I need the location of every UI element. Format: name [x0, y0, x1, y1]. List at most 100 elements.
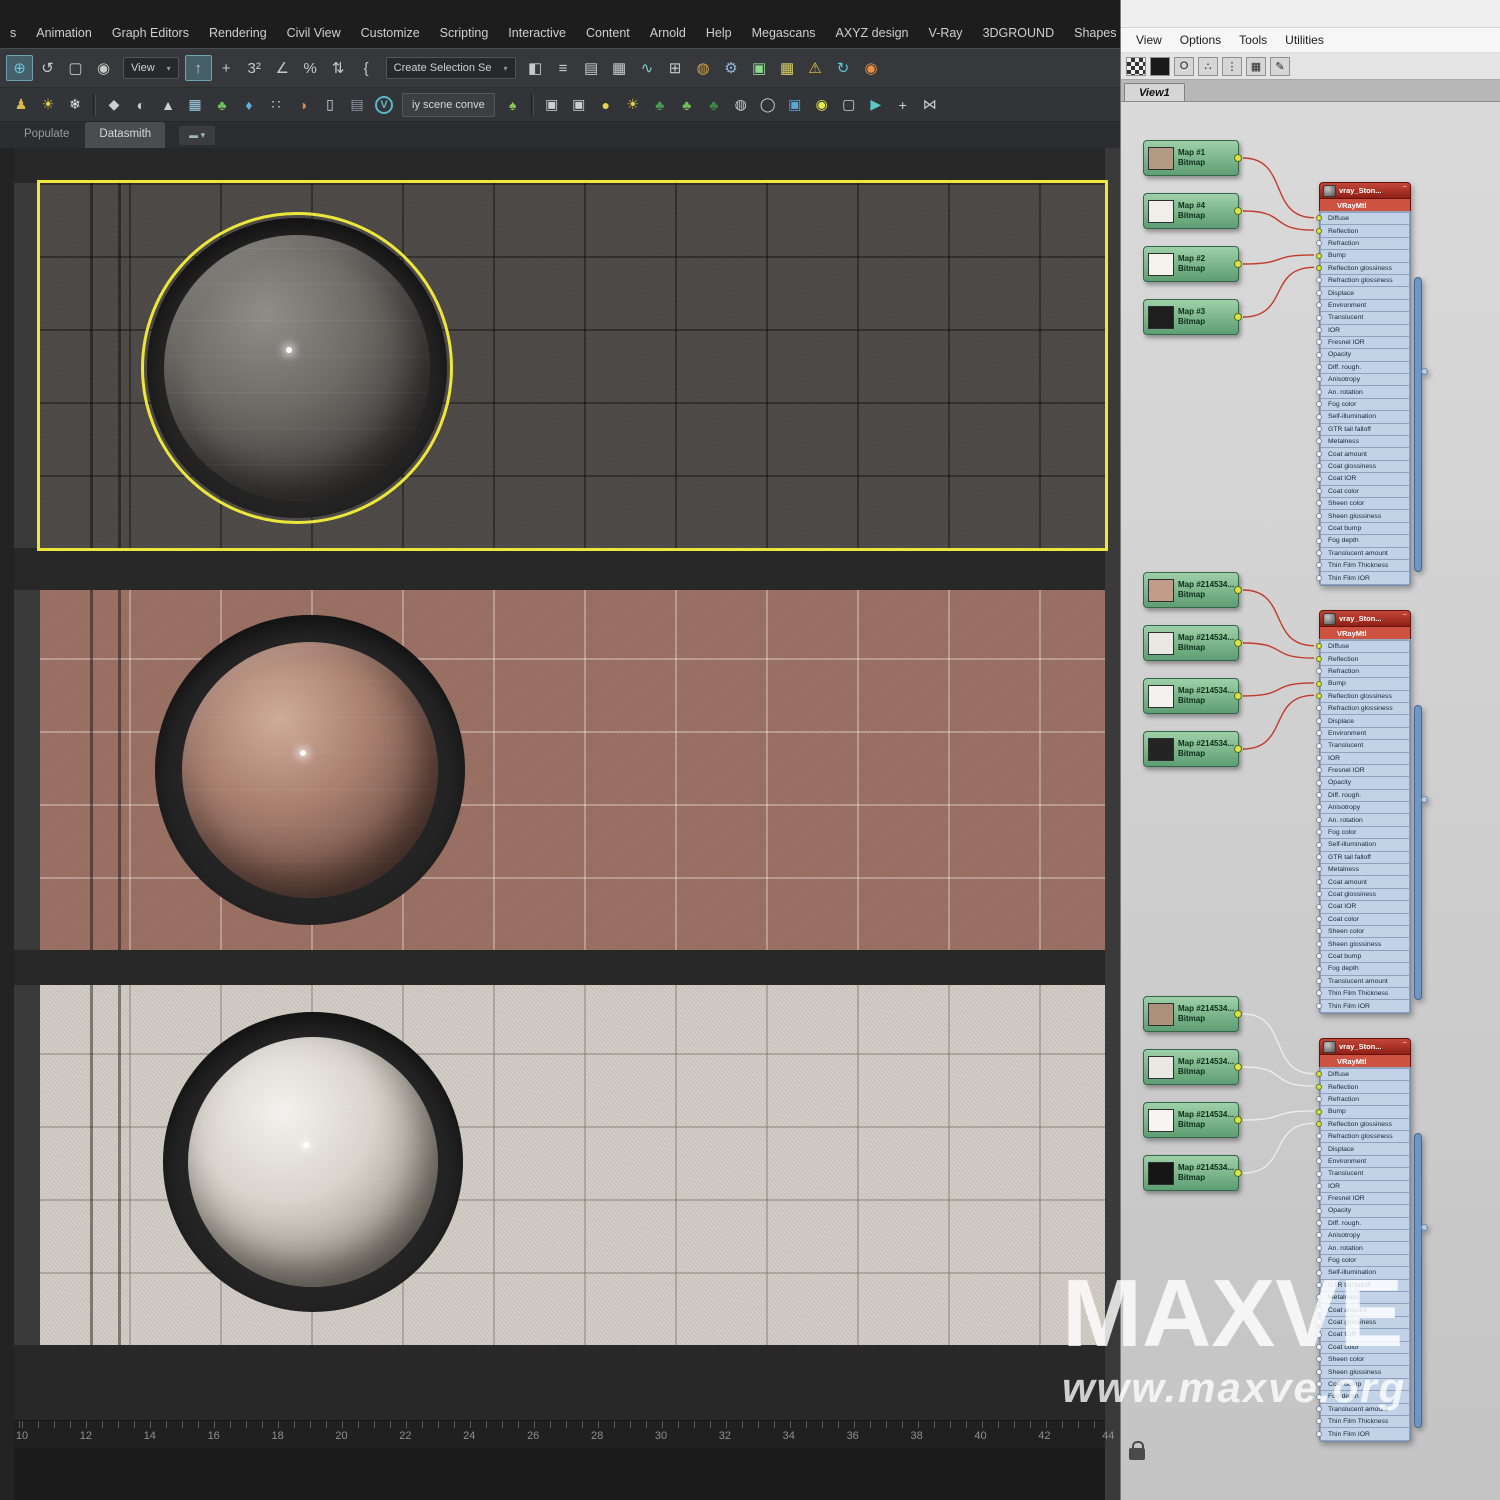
param-row-refraction[interactable]: Refraction [1321, 1094, 1409, 1105]
blobmesh-icon[interactable]: ∷ [263, 93, 289, 117]
collapse-icon[interactable]: − [1402, 182, 1407, 191]
input-socket[interactable] [1316, 1195, 1322, 1201]
input-socket[interactable] [1316, 990, 1322, 996]
vraymtl-node-header[interactable]: vray_Ston...− [1319, 182, 1411, 199]
menu-item-civil-view[interactable]: Civil View [277, 24, 351, 42]
map-node[interactable]: Map #4Bitmap [1143, 193, 1239, 229]
map-node[interactable]: Map #214534...Bitmap [1143, 625, 1239, 661]
tree-icon[interactable]: ♣ [674, 93, 700, 117]
input-socket[interactable] [1316, 1257, 1322, 1263]
palette-icon[interactable]: ◑ [290, 93, 316, 117]
param-row-coat-color[interactable]: Coat color [1321, 914, 1409, 925]
param-row-fog-depth[interactable]: Fog depth [1321, 1391, 1409, 1402]
schematic-view-icon[interactable]: ⊞ [662, 55, 689, 81]
render-setup-icon[interactable]: ⚙ [718, 55, 745, 81]
param-row-anisotropy[interactable]: Anisotropy [1321, 374, 1409, 385]
param-row-coat-bump[interactable]: Coat bump [1321, 523, 1409, 534]
vraymtl-node-header[interactable]: vray_Ston...− [1319, 1038, 1411, 1055]
collapse-icon[interactable]: − [1402, 610, 1407, 619]
input-socket[interactable] [1316, 1406, 1322, 1412]
vraymtl-node[interactable]: vray_Ston...−VRayMtlDiffuseReflectionRef… [1319, 182, 1411, 586]
param-row-fog-color[interactable]: Fog color [1321, 1255, 1409, 1266]
input-socket[interactable] [1316, 228, 1322, 234]
vraymtl-node-header[interactable]: vray_Ston...− [1319, 610, 1411, 627]
param-row-environment[interactable]: Environment [1321, 728, 1409, 739]
material-sphere-2[interactable] [182, 642, 438, 898]
input-socket[interactable] [1316, 1171, 1322, 1177]
param-row-coat-glossiness[interactable]: Coat glossiness [1321, 889, 1409, 900]
input-socket[interactable] [1316, 953, 1322, 959]
input-socket[interactable] [1316, 1270, 1322, 1276]
param-row-diffuse[interactable]: Diffuse [1321, 1069, 1409, 1080]
warning-icon[interactable]: ⚠ [802, 55, 829, 81]
param-row-fresnel-ior[interactable]: Fresnel IOR [1321, 765, 1409, 776]
param-row-thin-film-thickness[interactable]: Thin Film Thickness [1321, 560, 1409, 571]
track-bar-ruler[interactable]: 101214161820222426283032343638404244 [14, 1420, 1105, 1448]
input-socket[interactable] [1316, 829, 1322, 835]
param-row-displace[interactable]: Displace [1321, 287, 1409, 298]
corn-plant-icon[interactable]: ♠ [500, 93, 526, 117]
param-row-metalness[interactable]: Metalness [1321, 864, 1409, 875]
use-pivot-icon[interactable]: ↑ [185, 55, 212, 81]
input-socket[interactable] [1316, 941, 1322, 947]
material-type-icon[interactable]: O [1174, 57, 1194, 76]
lattice-icon[interactable]: ▦ [182, 93, 208, 117]
param-row-an-rotation[interactable]: An. rotation [1321, 814, 1409, 825]
input-socket[interactable] [1316, 705, 1322, 711]
input-socket[interactable] [1316, 1109, 1322, 1115]
param-row-coat-color[interactable]: Coat color [1321, 1342, 1409, 1353]
note-icon[interactable]: ▯ [317, 93, 343, 117]
input-socket[interactable] [1316, 389, 1322, 395]
menu-item-v-ray[interactable]: V-Ray [919, 24, 973, 42]
param-row-coat-amount[interactable]: Coat amount [1321, 876, 1409, 887]
output-socket[interactable] [1234, 692, 1242, 700]
input-socket[interactable] [1316, 1431, 1322, 1437]
input-socket[interactable] [1316, 538, 1322, 544]
menu-item-s[interactable]: s [0, 24, 26, 42]
input-socket[interactable] [1316, 767, 1322, 773]
param-row-environment[interactable]: Environment [1321, 300, 1409, 311]
param-row-reflection[interactable]: Reflection [1321, 225, 1409, 236]
output-socket[interactable] [1234, 1063, 1242, 1071]
param-row-metalness[interactable]: Metalness [1321, 436, 1409, 447]
input-socket[interactable] [1316, 1183, 1322, 1189]
target-icon[interactable]: + [890, 93, 916, 117]
editor-menu-utilities[interactable]: Utilities [1276, 33, 1333, 47]
daylight-icon[interactable]: ☀ [620, 93, 646, 117]
input-socket[interactable] [1316, 240, 1322, 246]
param-row-metalness[interactable]: Metalness [1321, 1292, 1409, 1303]
map-node[interactable]: Map #2Bitmap [1143, 246, 1239, 282]
param-row-ior[interactable]: IOR [1321, 753, 1409, 764]
param-row-coat-glossiness[interactable]: Coat glossiness [1321, 461, 1409, 472]
menu-item-arnold[interactable]: Arnold [640, 24, 696, 42]
param-row-coat-bump[interactable]: Coat bump [1321, 1379, 1409, 1390]
param-row-translucent[interactable]: Translucent [1321, 312, 1409, 323]
map-node[interactable]: Map #214534...Bitmap [1143, 1155, 1239, 1191]
menu-item-shapes[interactable]: Shapes [1064, 24, 1126, 42]
menu-item-animation[interactable]: Animation [26, 24, 102, 42]
output-socket[interactable] [1234, 260, 1242, 268]
bush-icon[interactable]: ♣ [701, 93, 727, 117]
menu-item-content[interactable]: Content [576, 24, 640, 42]
input-socket[interactable] [1316, 755, 1322, 761]
selection-filter-dropdown[interactable]: View▾ [123, 57, 179, 79]
torus-icon[interactable]: ◯ [755, 93, 781, 117]
select-object-icon[interactable]: ▢ [62, 55, 89, 81]
param-row-displace[interactable]: Displace [1321, 715, 1409, 726]
menu-item-axyz-design[interactable]: AXYZ design [826, 24, 919, 42]
input-socket[interactable] [1316, 463, 1322, 469]
input-socket[interactable] [1316, 277, 1322, 283]
scene-converter-button[interactable]: iy scene conve [402, 93, 495, 117]
param-row-fresnel-ior[interactable]: Fresnel IOR [1321, 1193, 1409, 1204]
checker-swatch-icon[interactable] [1126, 57, 1146, 76]
editor-menu-view[interactable]: View [1127, 33, 1171, 47]
input-socket[interactable] [1316, 1084, 1322, 1090]
input-socket[interactable] [1316, 476, 1322, 482]
input-socket[interactable] [1316, 327, 1322, 333]
param-row-fresnel-ior[interactable]: Fresnel IOR [1321, 337, 1409, 348]
fish-icon[interactable]: ⋈ [917, 93, 943, 117]
input-socket[interactable] [1316, 978, 1322, 984]
viewport[interactable]: 101214161820222426283032343638404244 [0, 148, 1120, 1500]
output-socket[interactable] [1234, 639, 1242, 647]
output-socket[interactable] [1234, 207, 1242, 215]
